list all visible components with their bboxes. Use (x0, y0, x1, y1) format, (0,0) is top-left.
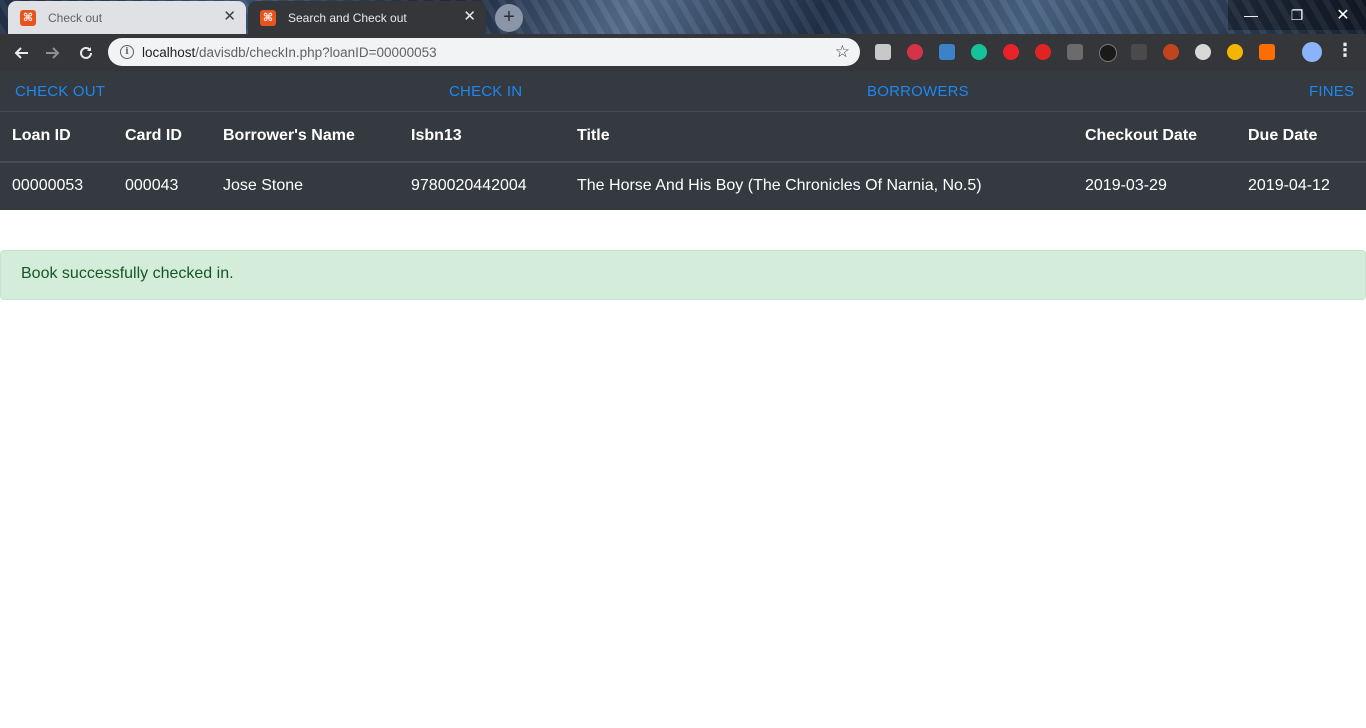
nav-link-borrowers[interactable]: BORROWERS (867, 83, 969, 100)
extension-icon[interactable] (1163, 44, 1179, 60)
checkout-date-cell: 2019-03-29 (1085, 177, 1167, 194)
column-header: Card ID (113, 111, 211, 163)
reload-button[interactable] (73, 40, 99, 66)
browser-tab-strip: ⌘ Check out ✕ ⌘ Search and Check out ✕ +… (0, 0, 1366, 34)
tab-title: Check out (48, 10, 103, 25)
column-header: Borrower's Name (211, 111, 399, 163)
loan-table: Loan ID Card ID Borrower's Name Isbn13 T… (0, 111, 1366, 210)
nav-link-check-in[interactable]: CHECK IN (449, 83, 522, 100)
table-header-row: Loan ID Card ID Borrower's Name Isbn13 T… (0, 111, 1366, 163)
column-header: Checkout Date (1073, 111, 1236, 163)
extension-icon[interactable] (939, 44, 955, 60)
extension-icon[interactable] (1003, 44, 1019, 60)
forward-button[interactable] (40, 40, 66, 66)
close-tab-icon[interactable]: ✕ (463, 9, 476, 25)
due-date-cell: 2019-04-12 (1248, 177, 1330, 194)
nav-link-fines[interactable]: FINES (1309, 83, 1354, 100)
close-tab-icon[interactable]: ✕ (223, 9, 236, 25)
arrow-right-icon (46, 47, 60, 59)
title-cell: The Horse And His Boy (The Chronicles Of… (577, 177, 982, 194)
extension-icon[interactable] (1259, 44, 1275, 60)
restore-window-button[interactable]: ❐ (1274, 0, 1320, 30)
address-bar[interactable]: i localhost/davisdb/checkIn.php?loanID=0… (108, 38, 860, 66)
minimize-window-button[interactable]: — (1228, 0, 1274, 30)
card-id-cell: 000043 (125, 177, 179, 194)
tab-title: Search and Check out (288, 10, 407, 25)
xampp-icon: ⌘ (260, 9, 276, 26)
back-button[interactable] (8, 40, 34, 66)
new-tab-button[interactable]: + (495, 4, 523, 32)
loan-id-cell: 00000053 (12, 177, 84, 194)
extension-icon[interactable] (971, 44, 987, 60)
column-header: Loan ID (0, 111, 113, 163)
close-window-button[interactable]: ✕ (1320, 0, 1366, 30)
isbn-cell: 9780020442004 (411, 177, 527, 194)
browser-menu-icon[interactable]: ⋮ (1336, 40, 1354, 61)
nav-link-check-out[interactable]: CHECK OUT (15, 83, 105, 100)
extension-icon[interactable] (1227, 44, 1243, 60)
column-header: Due Date (1236, 111, 1366, 163)
extension-icon[interactable] (1035, 44, 1051, 60)
extension-icon[interactable] (1131, 44, 1147, 60)
extension-icon[interactable] (875, 44, 891, 60)
browser-toolbar: i localhost/davisdb/checkIn.php?loanID=0… (0, 34, 1366, 71)
extension-icon[interactable] (1067, 44, 1083, 60)
browser-tab-search-and-check-out[interactable]: ⌘ Search and Check out ✕ (248, 1, 486, 34)
browser-tab-check-out[interactable]: ⌘ Check out ✕ (8, 1, 246, 34)
success-alert: Book successfully checked in. (0, 250, 1366, 300)
extension-icon[interactable] (907, 44, 923, 60)
reload-icon (80, 46, 92, 59)
xampp-icon: ⌘ (20, 9, 36, 26)
site-info-icon[interactable]: i (120, 45, 134, 59)
extension-icon[interactable] (1195, 44, 1211, 60)
bookmark-star-icon[interactable]: ☆ (835, 42, 850, 62)
column-header: Isbn13 (399, 111, 565, 163)
app-nav: CHECK OUT CHECK IN BORROWERS FINES (0, 71, 1366, 111)
profile-avatar[interactable] (1302, 42, 1322, 62)
arrow-left-icon (14, 47, 28, 59)
column-header: Title (565, 111, 1073, 163)
borrower-name-cell: Jose Stone (223, 177, 304, 194)
url-text: localhost/davisdb/checkIn.php?loanID=000… (142, 44, 437, 60)
extension-icon[interactable] (1099, 44, 1117, 62)
table-row: 00000053 000043 Jose Stone 9780020442004… (0, 162, 1366, 210)
